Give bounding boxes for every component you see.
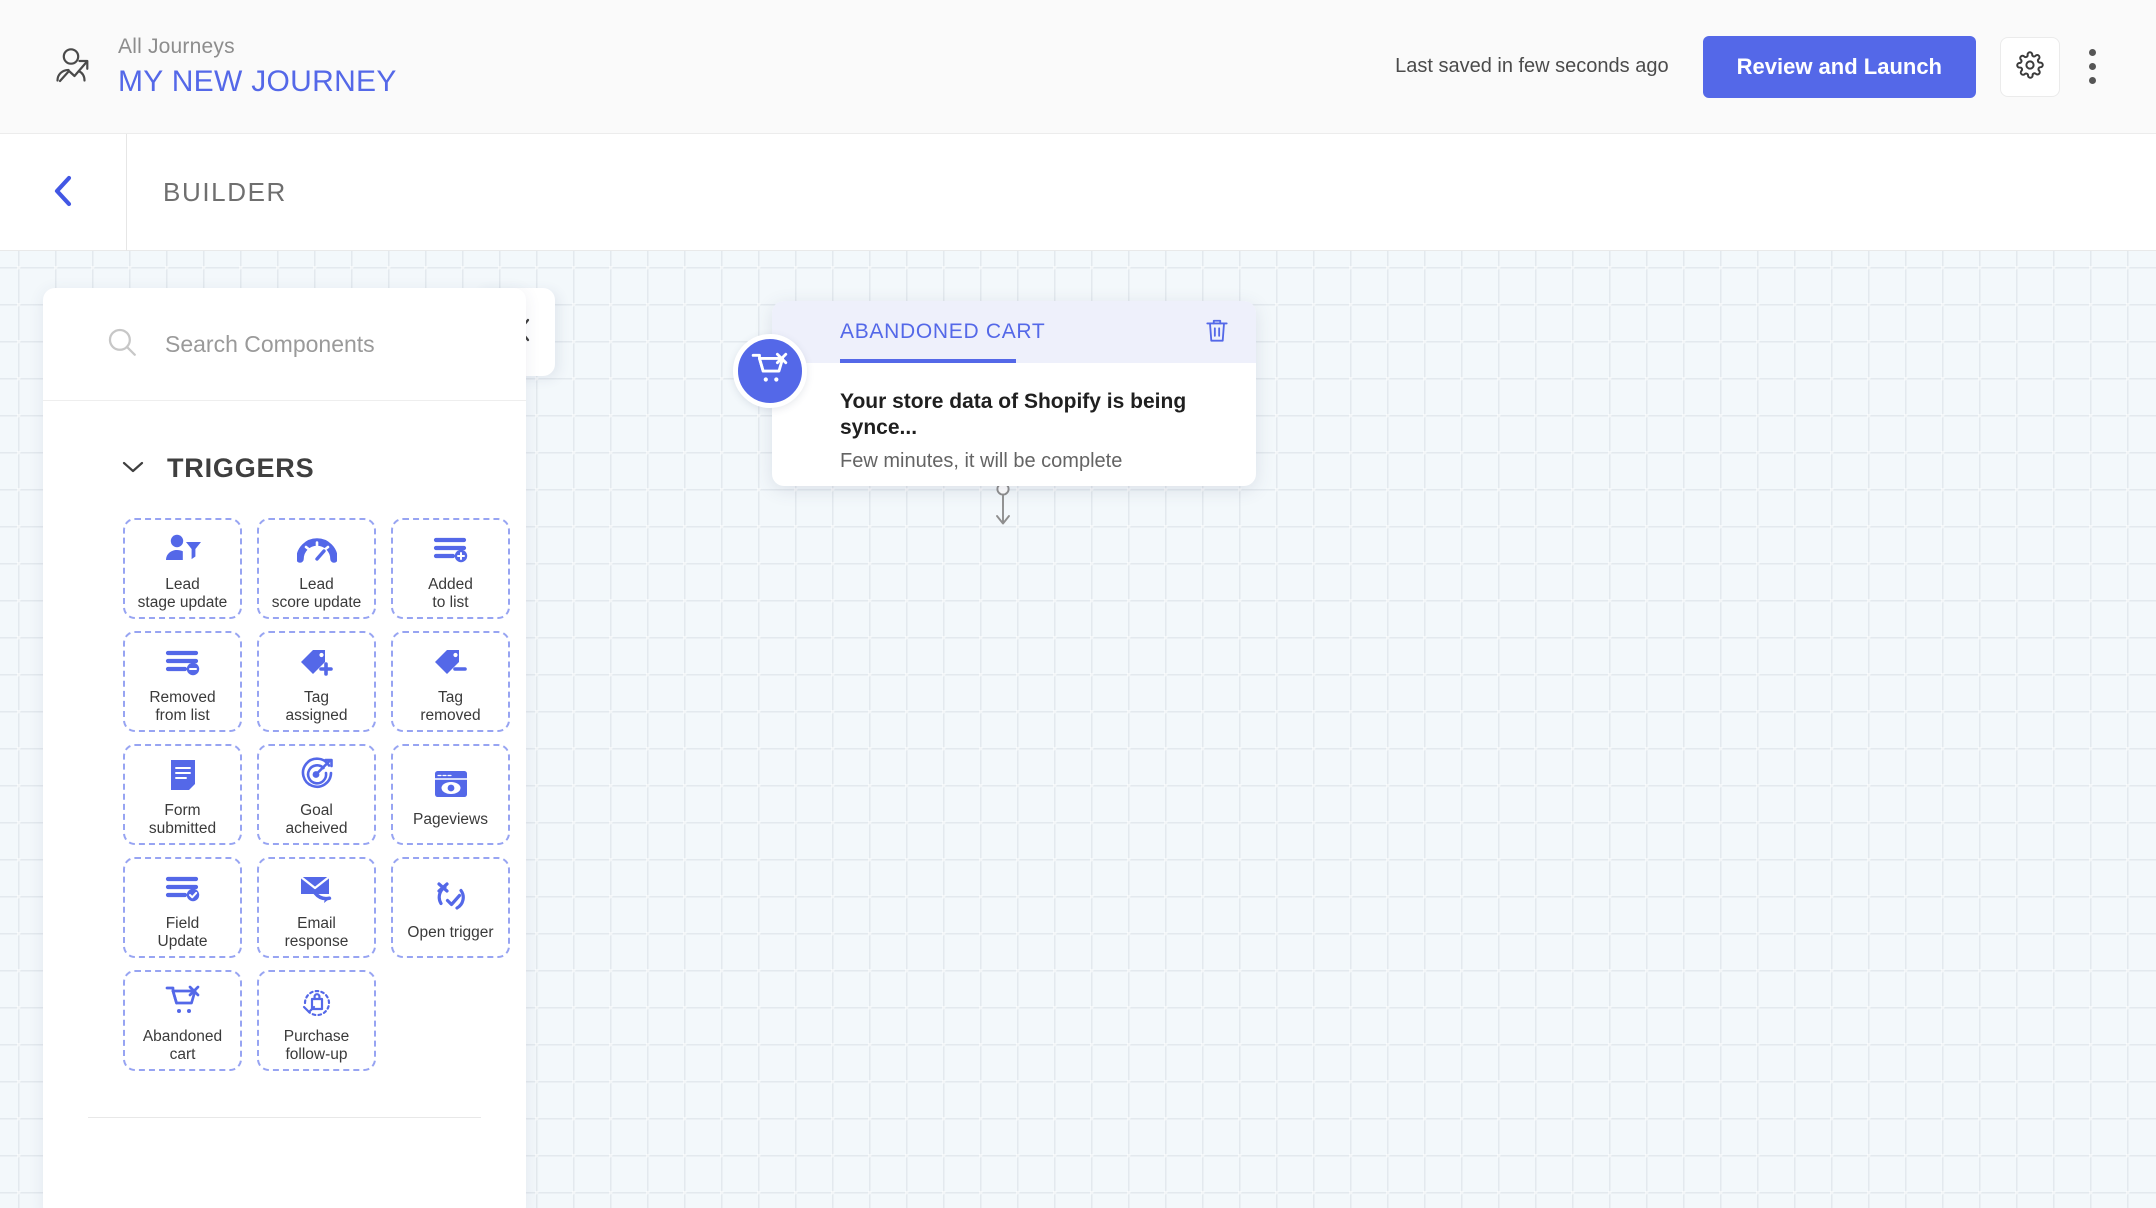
component-card-label: Tag removed (420, 688, 481, 724)
component-card-goal-acheived[interactable]: Goal acheived (257, 744, 376, 845)
person-growth-icon (50, 44, 96, 90)
search-input[interactable] (165, 330, 495, 358)
gear-icon (2016, 51, 2044, 82)
component-card-open-trigger[interactable]: Open trigger (391, 857, 510, 958)
node-body: Your store data of Shopify is being sync… (772, 363, 1256, 473)
component-card-tag-removed[interactable]: Tag removed (391, 631, 510, 732)
section-header-triggers[interactable]: TRIGGERS (43, 401, 526, 494)
component-card-label: Goal acheived (285, 801, 348, 837)
journey-builder-app: All Journeys MY NEW JOURNEY Last saved i… (0, 0, 2156, 1208)
breadcrumb[interactable]: All Journeys (118, 35, 397, 58)
node-main-text: Your store data of Shopify is being sync… (840, 390, 1187, 440)
component-card-label: Pageviews (413, 810, 488, 828)
arrow-down-connector (988, 482, 1018, 534)
components-panel: TRIGGERS Lead stage update (43, 288, 526, 1208)
node-title: ABANDONED CART (840, 320, 1046, 343)
component-card-label: Form submitted (148, 801, 217, 837)
component-card-tag-assigned[interactable]: Tag assigned (257, 631, 376, 732)
journey-canvas[interactable]: TRIGGERS Lead stage update (0, 251, 2156, 1208)
lead-stage-update-icon (164, 529, 202, 569)
browser-eye-icon (433, 764, 469, 804)
component-card-label: Lead score update (271, 575, 362, 611)
list-add-icon (432, 529, 470, 569)
refresh-check-icon (434, 877, 468, 917)
node-title-underline (840, 359, 1016, 363)
component-card-label: Purchase follow-up (283, 1027, 350, 1063)
node-connector[interactable] (988, 482, 1018, 535)
node-sub-text: Few minutes, it will be complete (840, 449, 1123, 472)
journey-title-block: All Journeys MY NEW JOURNEY (118, 35, 397, 97)
trash-icon (1204, 317, 1230, 348)
component-card-label: Tag assigned (285, 688, 348, 724)
form-document-icon (168, 755, 198, 795)
abandoned-cart-icon (164, 981, 202, 1021)
component-card-lead-stage-update[interactable]: Lead stage update (123, 518, 242, 619)
journey-node-abandoned-cart[interactable]: ABANDONED CART Your store data of Shopif… (772, 301, 1256, 486)
builder-bar: BUILDER (0, 133, 2156, 251)
component-card-label: Abandoned cart (142, 1027, 223, 1063)
back-button[interactable] (0, 133, 127, 251)
more-options-button[interactable] (2070, 37, 2114, 97)
chevron-left-icon (48, 173, 78, 212)
page-title: MY NEW JOURNEY (118, 64, 397, 98)
component-card-label: Added to list (428, 575, 473, 611)
review-and-launch-button[interactable]: Review and Launch (1702, 35, 1976, 98)
search-row (43, 288, 526, 401)
component-card-label: Removed from list (149, 688, 216, 724)
component-card-purchase-follow-up[interactable]: Purchase follow-up (257, 970, 376, 1071)
saved-status: Last saved in few seconds ago (1395, 55, 1669, 77)
settings-button[interactable] (2000, 36, 2060, 97)
component-card-added-to-list[interactable]: Added to list (391, 518, 510, 619)
lead-score-gauge-icon (296, 529, 337, 569)
delete-node-button[interactable] (1204, 317, 1230, 348)
node-badge (733, 334, 807, 408)
node-header: ABANDONED CART (772, 301, 1256, 363)
component-card-label: Lead stage update (137, 575, 228, 611)
search-icon (105, 325, 139, 364)
list-remove-icon (164, 642, 202, 682)
component-card-label: Field Update (157, 914, 208, 950)
trigger-card-grid: Lead stage update Lead score update Adde… (43, 494, 526, 1071)
component-card-form-submitted[interactable]: Form submitted (123, 744, 242, 845)
header-actions: Last saved in few seconds ago Review and… (1395, 35, 2156, 98)
component-card-pageviews[interactable]: Pageviews (391, 744, 510, 845)
component-card-abandoned-cart[interactable]: Abandoned cart (123, 970, 242, 1071)
chevron-down-icon (121, 459, 145, 479)
component-card-lead-score-update[interactable]: Lead score update (257, 518, 376, 619)
email-reply-icon (298, 868, 336, 908)
section-title: TRIGGERS (167, 453, 315, 483)
purchase-bag-icon (299, 981, 335, 1021)
field-check-icon (164, 868, 202, 908)
tag-add-icon (299, 642, 335, 682)
component-card-removed-from-list[interactable]: Removed from list (123, 631, 242, 732)
abandoned-cart-icon (750, 351, 790, 392)
component-card-field-update[interactable]: Field Update (123, 857, 242, 958)
tag-remove-icon (433, 642, 469, 682)
component-card-label: Email response (284, 914, 349, 950)
top-header: All Journeys MY NEW JOURNEY Last saved i… (0, 0, 2156, 134)
component-card-email-response[interactable]: Email response (257, 857, 376, 958)
target-dart-icon (299, 755, 335, 795)
kebab-menu-icon (2088, 49, 2096, 56)
component-card-label: Open trigger (407, 923, 494, 941)
panel-divider (88, 1117, 481, 1118)
builder-title: BUILDER (163, 176, 287, 207)
brand-area: All Journeys MY NEW JOURNEY (0, 35, 397, 98)
